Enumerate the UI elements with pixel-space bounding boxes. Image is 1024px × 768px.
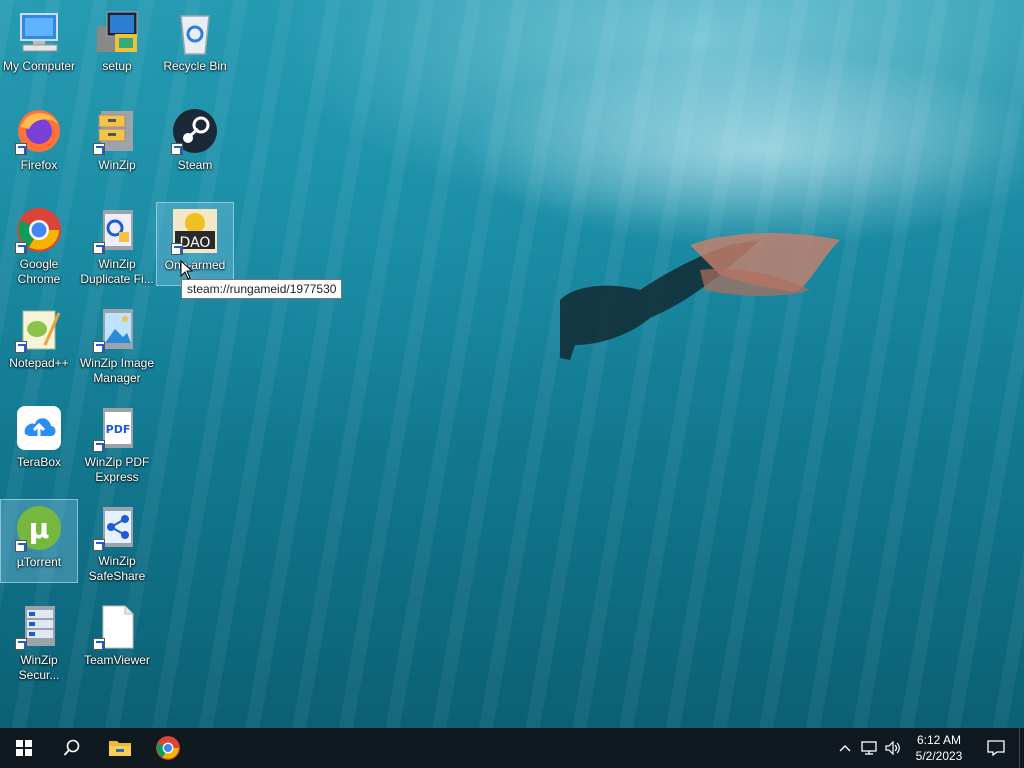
desktop-icon-google-chrome[interactable]: Google Chrome xyxy=(0,202,78,286)
svg-text:µ: µ xyxy=(29,512,50,545)
shortcut-arrow-icon xyxy=(15,638,27,650)
desktop-icon-winzip[interactable]: WinZip xyxy=(78,103,156,187)
desktop-icon-winzip-pdf-express[interactable]: PDF WinZip PDF Express xyxy=(78,400,156,484)
desktop-icon-winzip-image-manager[interactable]: WinZip Image Manager xyxy=(78,301,156,385)
desktop-icon-winzip-safeshare[interactable]: WinZip SafeShare xyxy=(78,499,156,583)
winzip-secure-icon xyxy=(15,602,63,650)
taskbar-clock[interactable]: 6:12 AM 5/2/2023 xyxy=(905,732,973,764)
notepadpp-icon xyxy=(15,305,63,353)
desktop-icon-my-computer[interactable]: My Computer xyxy=(0,4,78,88)
shortcut-arrow-icon xyxy=(15,341,27,353)
utorrent-icon: µ xyxy=(15,504,63,552)
terabox-icon xyxy=(15,404,63,452)
desktop-icon-one-armed[interactable]: DAO One-armed xyxy=(156,202,234,286)
shortcut-arrow-icon xyxy=(93,143,105,155)
desktop-icon-steam[interactable]: Steam xyxy=(156,103,234,187)
search-button[interactable] xyxy=(48,728,96,768)
mouse-pointer-icon xyxy=(180,260,194,280)
notification-icon xyxy=(987,740,1005,756)
shortcut-arrow-icon xyxy=(93,440,105,452)
chrome-taskbar-button[interactable] xyxy=(144,728,192,768)
desktop: My Computer setup Recycle Bin Firefox Wi… xyxy=(0,0,1024,728)
file-explorer-button[interactable] xyxy=(96,728,144,768)
shortcut-arrow-icon xyxy=(93,242,105,254)
network-button[interactable] xyxy=(857,728,881,768)
desktop-icon-terabox[interactable]: TeraBox xyxy=(0,400,78,484)
firefox-icon xyxy=(15,107,63,155)
shortcut-arrow-icon xyxy=(15,540,27,552)
desktop-icon-winzip-secure[interactable]: WinZip Secur... xyxy=(0,598,78,682)
taskbar: 6:12 AM 5/2/2023 xyxy=(0,728,1024,768)
shortcut-arrow-icon xyxy=(93,638,105,650)
winzip-image-manager-icon xyxy=(93,305,141,353)
one-armed-game-icon: DAO xyxy=(171,207,219,255)
tooltip: steam://rungameid/1977530 xyxy=(181,279,343,299)
speaker-icon xyxy=(885,741,900,755)
shortcut-arrow-icon xyxy=(93,539,105,551)
shortcut-arrow-icon xyxy=(15,242,27,254)
desktop-icon-setup[interactable]: setup xyxy=(78,4,156,88)
shortcut-arrow-icon xyxy=(171,243,183,255)
desktop-icon-notepad-plus-plus[interactable]: Notepad++ xyxy=(0,301,78,385)
clock-time: 6:12 AM xyxy=(916,733,962,747)
winzip-safeshare-icon xyxy=(93,503,141,551)
chrome-icon xyxy=(15,206,63,254)
desktop-icon-winzip-duplicate-finder[interactable]: WinZip Duplicate Fi... xyxy=(78,202,156,286)
chrome-icon xyxy=(156,736,180,760)
svg-text:PDF: PDF xyxy=(106,423,131,436)
blank-file-icon xyxy=(93,602,141,650)
chevron-up-icon xyxy=(839,745,851,752)
shortcut-arrow-icon xyxy=(171,143,183,155)
desktop-icon-firefox[interactable]: Firefox xyxy=(0,103,78,187)
search-icon xyxy=(63,739,80,756)
desktop-icon-teamviewer[interactable]: TeamViewer xyxy=(78,598,156,682)
winzip-pdf-icon: PDF xyxy=(93,404,141,452)
show-hidden-icons-button[interactable] xyxy=(833,728,857,768)
steam-icon xyxy=(171,107,219,155)
shortcut-arrow-icon xyxy=(93,341,105,353)
action-center-button[interactable] xyxy=(973,728,1019,768)
shortcut-arrow-icon xyxy=(15,143,27,155)
desktop-icon-recycle-bin[interactable]: Recycle Bin xyxy=(156,4,234,88)
winzip-icon xyxy=(93,107,141,155)
folder-icon xyxy=(109,741,131,756)
clock-date: 5/2/2023 xyxy=(915,749,963,763)
show-desktop-button[interactable] xyxy=(1019,728,1024,768)
windows-logo-icon xyxy=(16,740,32,756)
desktop-icon-utorrent[interactable]: µ µTorrent xyxy=(0,499,78,583)
winzip-duplicate-icon xyxy=(93,206,141,254)
setup-icon xyxy=(93,8,141,56)
svg-text:DAO: DAO xyxy=(180,235,211,251)
volume-button[interactable] xyxy=(881,728,905,768)
recycle-bin-icon xyxy=(171,8,219,56)
system-tray: 6:12 AM 5/2/2023 xyxy=(833,728,1024,768)
start-button[interactable] xyxy=(0,728,48,768)
computer-icon xyxy=(15,8,63,56)
network-icon xyxy=(861,741,877,755)
